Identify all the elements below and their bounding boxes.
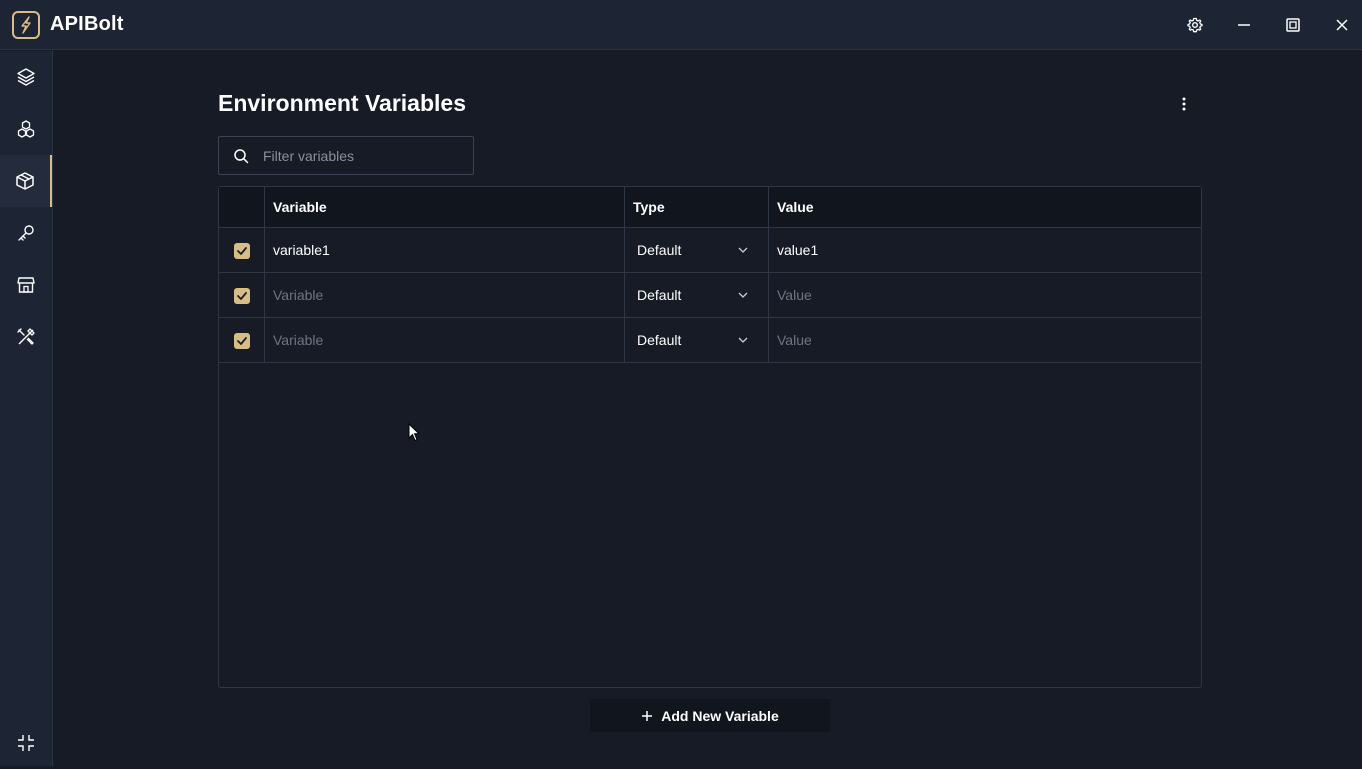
minimize-icon xyxy=(1238,24,1250,26)
sidebar-item-environments[interactable] xyxy=(0,155,52,207)
title-bar: APIBolt xyxy=(0,0,1362,50)
variable-value-input[interactable] xyxy=(769,318,1201,362)
sidebar-item-tools[interactable] xyxy=(0,311,52,363)
table-row: Default xyxy=(219,273,1201,318)
app-logo xyxy=(12,11,40,39)
chevron-down-icon xyxy=(738,292,748,298)
type-select[interactable]: Default xyxy=(637,282,757,308)
box-icon xyxy=(16,172,34,190)
table-row: Default xyxy=(219,318,1201,363)
chevron-down-icon xyxy=(738,247,748,253)
variable-name-input[interactable] xyxy=(265,273,624,317)
settings-icon xyxy=(1187,17,1203,33)
bolt-icon xyxy=(21,16,31,34)
check-icon xyxy=(237,337,247,345)
variables-table: Variable Type Value Default xyxy=(218,186,1202,688)
page-title: Environment Variables xyxy=(218,90,466,116)
check-icon xyxy=(237,247,247,255)
add-new-variable-button[interactable]: Add New Variable xyxy=(590,699,830,732)
search-box xyxy=(218,136,474,175)
store-icon xyxy=(17,277,35,293)
variable-value-input[interactable] xyxy=(769,228,1201,272)
header-variable: Variable xyxy=(273,199,327,215)
search-input[interactable] xyxy=(263,137,468,174)
table-header: Variable Type Value xyxy=(219,187,1201,228)
more-vertical-icon xyxy=(1182,97,1186,111)
sidebar-item-collections[interactable] xyxy=(0,51,52,103)
layers-icon xyxy=(17,68,35,86)
cubes-icon xyxy=(17,120,35,138)
type-select-value: Default xyxy=(637,242,682,258)
close-button[interactable] xyxy=(1330,13,1354,37)
header-value: Value xyxy=(777,199,814,215)
app-title: APIBolt xyxy=(50,13,124,35)
type-select-value: Default xyxy=(637,287,682,303)
maximize-icon xyxy=(1286,18,1300,32)
variable-name-input[interactable] xyxy=(265,318,624,362)
mouse-cursor-icon xyxy=(408,423,420,442)
variable-value-input[interactable] xyxy=(769,273,1201,317)
variable-name-input[interactable] xyxy=(265,228,624,272)
type-select[interactable]: Default xyxy=(637,327,757,353)
type-select[interactable]: Default xyxy=(637,237,757,263)
sidebar-item-marketplace[interactable] xyxy=(0,259,52,311)
sidebar xyxy=(0,51,53,766)
search-icon xyxy=(234,149,249,164)
sidebar-item-auth[interactable] xyxy=(0,207,52,259)
check-icon xyxy=(237,292,247,300)
settings-button[interactable] xyxy=(1183,13,1207,37)
header-type: Type xyxy=(633,199,665,215)
close-icon xyxy=(1336,19,1348,31)
key-icon xyxy=(18,225,34,241)
minimize-button[interactable] xyxy=(1232,13,1256,37)
row-checkbox[interactable] xyxy=(234,243,250,259)
type-select-value: Default xyxy=(637,332,682,348)
maximize-button[interactable] xyxy=(1281,13,1305,37)
sidebar-item-projects[interactable] xyxy=(0,103,52,155)
plus-icon xyxy=(642,710,653,721)
sidebar-collapse-button[interactable] xyxy=(0,717,52,769)
collapse-icon xyxy=(18,735,34,751)
table-row: Default xyxy=(219,228,1201,273)
more-options-button[interactable] xyxy=(1172,92,1196,116)
row-checkbox[interactable] xyxy=(234,288,250,304)
tools-icon xyxy=(17,328,35,345)
add-new-variable-label: Add New Variable xyxy=(661,707,779,724)
chevron-down-icon xyxy=(738,337,748,343)
row-checkbox[interactable] xyxy=(234,333,250,349)
